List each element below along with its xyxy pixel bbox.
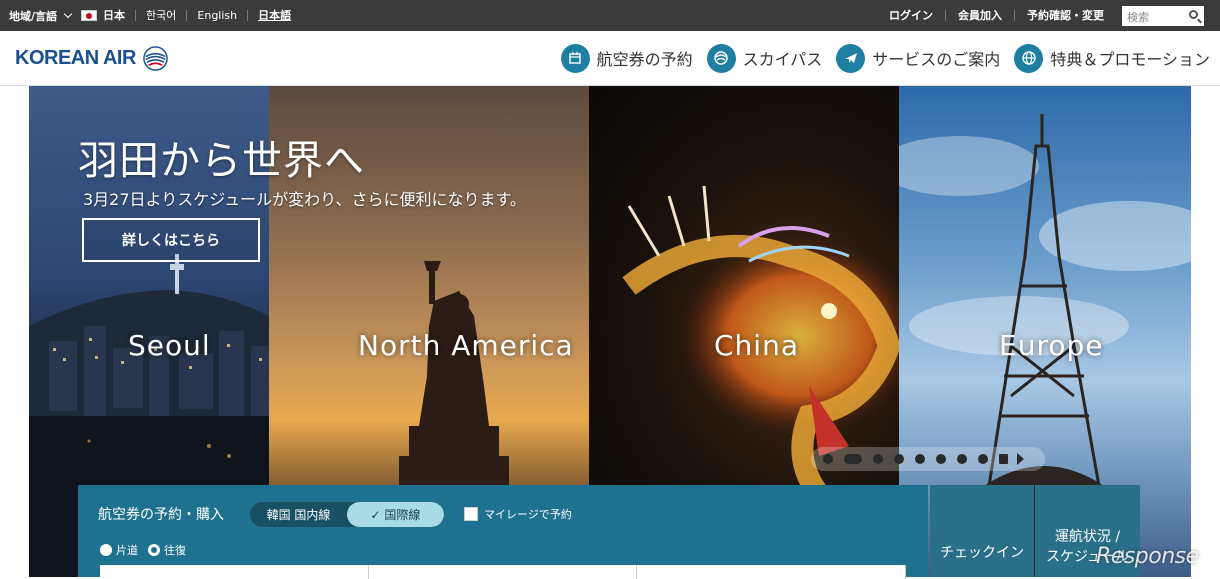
round-trip-label: 往復 xyxy=(164,544,186,557)
account-links: ログイン 会員加入 予約確認・変更 検索 xyxy=(877,0,1220,31)
region-language-group: 地域/言語 日本 한국어 English 日本語 xyxy=(0,0,301,31)
carousel-dot-active[interactable] xyxy=(844,454,862,464)
taeguk-logo-icon xyxy=(143,45,168,71)
chevron-down-icon xyxy=(63,9,73,19)
round-trip-radio[interactable] xyxy=(148,544,160,556)
signup-link[interactable]: 会員加入 xyxy=(945,10,1014,21)
carousel-next-icon[interactable] xyxy=(1017,453,1024,465)
globe-icon xyxy=(1014,43,1044,73)
search-placeholder: 検索 xyxy=(1127,10,1149,24)
hero-title: 羽田から世界へ xyxy=(78,138,365,184)
lang-english[interactable]: English xyxy=(186,10,247,21)
international-tab[interactable]: ✓ 国際線 xyxy=(347,502,444,527)
region-label: 地域/言語 xyxy=(9,9,58,23)
booking-title: 航空券の予約・購入 xyxy=(98,507,224,523)
carousel-dot[interactable] xyxy=(915,454,925,464)
nav-services[interactable]: サービスのご案内 xyxy=(836,43,1001,73)
carousel-dot[interactable] xyxy=(873,454,883,464)
country-label: 日本 xyxy=(103,9,126,22)
logo-text: KOREAN AIR xyxy=(15,46,136,69)
lang-korean[interactable]: 한국어 xyxy=(135,10,186,21)
international-label: 国際線 xyxy=(384,508,421,522)
checkin-label: チェックイン xyxy=(940,545,1024,561)
booking-widget: 航空券の予約・購入 韓国 国内線 ✓ 国際線 マイレージで予約 片道 往復 xyxy=(78,485,928,579)
trip-type-radios: 片道 往復 xyxy=(100,542,196,558)
korean-air-logo[interactable]: KOREAN AIR xyxy=(15,45,169,72)
site-header: KOREAN AIR 航空券の予約 スカイパス サービスのご案内 特典＆プロモー… xyxy=(0,31,1220,86)
login-link[interactable]: ログイン xyxy=(877,10,945,21)
one-way-radio[interactable] xyxy=(100,544,112,556)
mileage-label: マイレージで予約 xyxy=(484,508,572,521)
one-way-label: 片道 xyxy=(116,544,138,557)
japan-flag-icon xyxy=(81,10,98,21)
carousel-dot[interactable] xyxy=(894,454,904,464)
lang-japanese[interactable]: 日本語 xyxy=(247,10,301,21)
status-line-1: 運航状況 / xyxy=(1054,529,1121,545)
nav-book-flights[interactable]: 航空券の予約 xyxy=(560,43,693,73)
nav-promotions[interactable]: 特典＆プロモーション xyxy=(1014,43,1210,73)
destination-china: China xyxy=(714,329,799,362)
mileage-booking-checkbox[interactable]: マイレージで予約 xyxy=(464,506,572,522)
destination-seoul: Seoul xyxy=(128,329,211,362)
destination-europe: Europe xyxy=(999,329,1104,362)
checkin-button[interactable]: チェックイン xyxy=(930,485,1034,577)
carousel-dot[interactable] xyxy=(957,454,967,464)
carousel-pager xyxy=(811,447,1045,471)
carousel-dot[interactable] xyxy=(978,454,988,464)
utility-bar: 地域/言語 日本 한국어 English 日本語 ログイン 会員加入 予約確認・… xyxy=(0,0,1220,31)
nav-label: 航空券の予約 xyxy=(596,50,693,69)
search-icon[interactable] xyxy=(1189,9,1198,19)
carousel-pause-icon[interactable] xyxy=(999,454,1008,464)
nav-label: スカイパス xyxy=(742,50,823,69)
details-button[interactable]: 詳しくはこちら xyxy=(82,218,260,262)
destination-north-america: North America xyxy=(358,329,574,362)
region-language-selector[interactable]: 地域/言語 xyxy=(9,8,73,24)
manage-booking-link[interactable]: 予約確認・変更 xyxy=(1014,10,1116,21)
hero-subtitle: 3月27日よりスケジュールが変わり、さらに便利になります。 xyxy=(83,190,526,209)
watermark: Response xyxy=(1096,544,1199,569)
nav-label: サービスのご案内 xyxy=(872,50,1001,69)
airplane-icon xyxy=(836,43,866,73)
search-input[interactable]: 検索 xyxy=(1122,5,1204,26)
nav-label: 特典＆プロモーション xyxy=(1050,50,1210,69)
nav-skypass[interactable]: スカイパス xyxy=(706,43,823,73)
carousel-dot[interactable] xyxy=(936,454,946,464)
route-type-toggle: 韓国 国内線 ✓ 国際線 xyxy=(250,502,444,527)
domestic-korea-tab[interactable]: 韓国 国内線 xyxy=(250,502,347,527)
main-nav: 航空券の予約 スカイパス サービスのご案内 特典＆プロモーション xyxy=(547,43,1210,73)
carousel-dot[interactable] xyxy=(823,454,833,464)
checkbox-box[interactable] xyxy=(464,507,478,521)
skypass-icon xyxy=(706,43,736,73)
calendar-icon xyxy=(560,43,590,73)
